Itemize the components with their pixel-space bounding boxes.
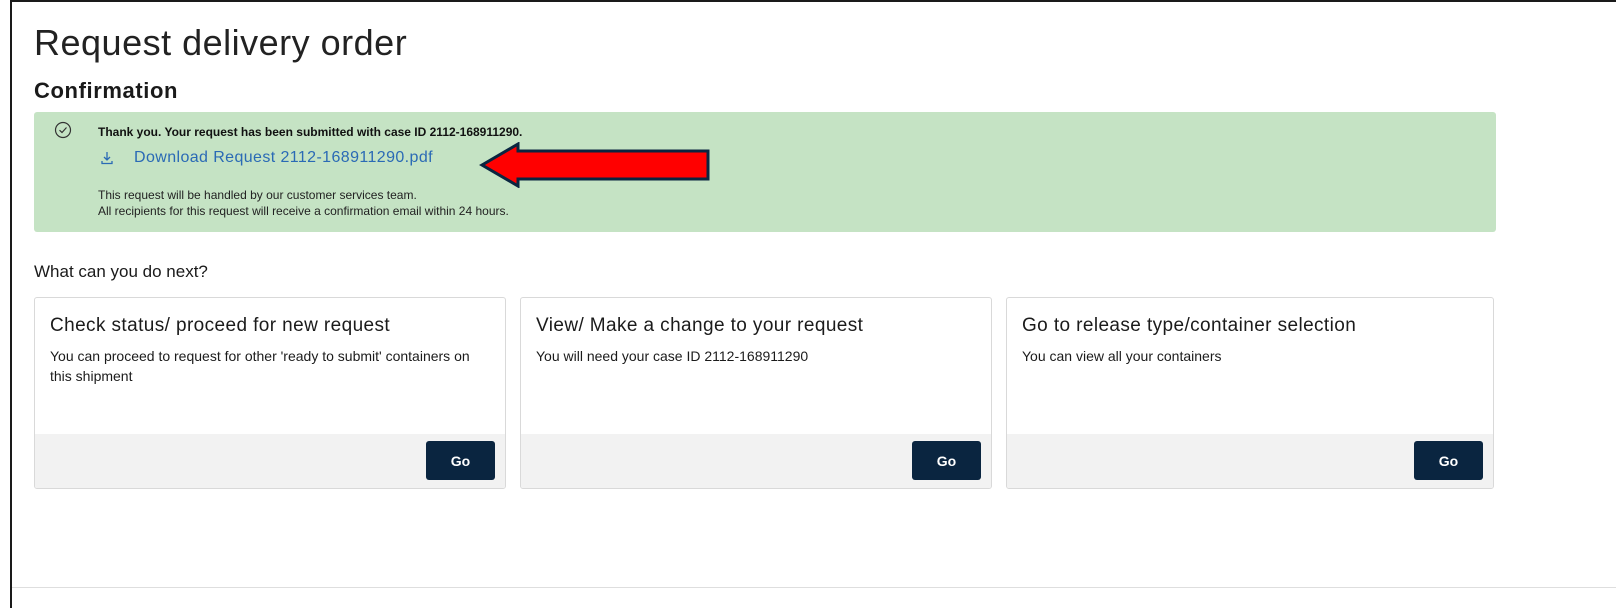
info-text-email: All recipients for this request will rec… <box>98 204 509 218</box>
page-frame: Request delivery order Confirmation Than… <box>10 0 1616 608</box>
red-arrow-annotation <box>479 142 710 188</box>
card-footer: Go <box>35 434 505 488</box>
card-title: View/ Make a change to your request <box>536 315 864 336</box>
card-description: You will need your case ID 2112-16891129… <box>536 348 809 364</box>
card-description: You can proceed to request for other 're… <box>50 348 470 384</box>
go-button-release-type[interactable]: Go <box>1414 441 1483 480</box>
card-description: You can view all your containers <box>1022 348 1222 364</box>
next-steps-heading: What can you do next? <box>34 262 208 281</box>
confirmation-message: Thank you. Your request has been submitt… <box>98 125 523 139</box>
card-title: Check status/ proceed for new request <box>50 315 391 336</box>
card-view-change: View/ Make a change to your request You … <box>520 297 992 489</box>
card-check-status: Check status/ proceed for new request Yo… <box>34 297 506 489</box>
check-circle-icon <box>54 121 72 139</box>
go-button-check-status[interactable]: Go <box>426 441 495 480</box>
card-footer: Go <box>1007 434 1493 488</box>
divider <box>12 587 1616 588</box>
card-title: Go to release type/container selection <box>1022 315 1357 336</box>
go-button-view-change[interactable]: Go <box>912 441 981 480</box>
page-title: Request delivery order <box>34 22 408 63</box>
download-request-link[interactable]: Download Request 2112-168911290.pdf <box>134 149 433 167</box>
info-text-handling: This request will be handled by our cust… <box>98 188 417 202</box>
card-release-type: Go to release type/container selection Y… <box>1006 297 1494 489</box>
card-footer: Go <box>521 434 991 488</box>
section-title: Confirmation <box>34 78 179 103</box>
confirmation-alert: Thank you. Your request has been submitt… <box>34 112 1496 232</box>
download-icon[interactable] <box>100 151 114 165</box>
